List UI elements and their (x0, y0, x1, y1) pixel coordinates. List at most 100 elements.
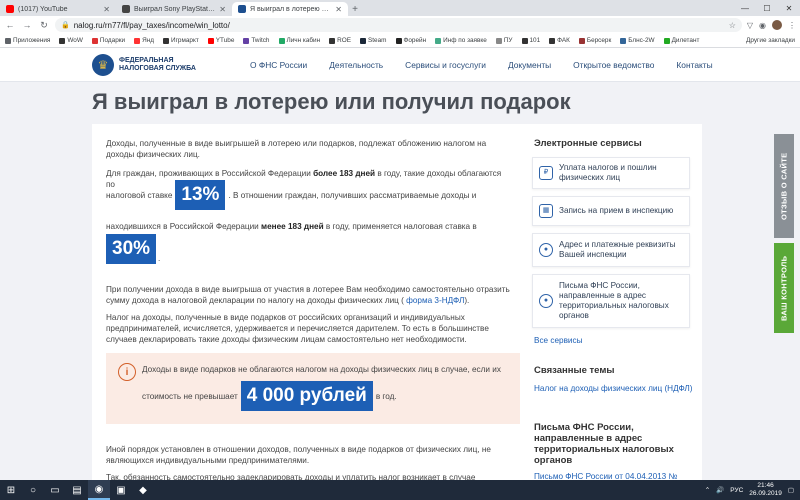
bookmark-icon (163, 37, 169, 44)
bookmark-item[interactable]: Блнс-2W (620, 37, 655, 44)
other-bookmarks[interactable]: Другие закладки (746, 37, 795, 44)
minimize-icon[interactable]: — (734, 0, 756, 16)
nav-open-agency[interactable]: Открытое ведомство (573, 60, 654, 70)
avatar[interactable] (772, 20, 782, 30)
notice-text: Доходы в виде подарков не облагаются нал… (142, 365, 501, 374)
bookmark-icon (395, 37, 402, 44)
close-icon[interactable]: ✕ (219, 5, 226, 14)
fns-logo[interactable]: ♛ Федеральная налоговая служба (92, 54, 196, 76)
app-icon[interactable]: ▣ (110, 480, 132, 500)
nav-services[interactable]: Сервисы и госуслуги (405, 60, 486, 70)
browser-tab-youtube[interactable]: (1017) YouTube ✕ (0, 2, 116, 16)
bookmark-item[interactable]: ФАК (549, 37, 570, 44)
close-icon[interactable]: ✕ (103, 5, 110, 14)
bookmark-icon (521, 37, 528, 44)
notifications-icon[interactable]: ▢ (788, 486, 794, 494)
nav-contacts[interactable]: Контакты (676, 60, 712, 70)
main-nav: О ФНС России Деятельность Сервисы и госу… (250, 60, 713, 70)
bookmark-item[interactable]: ROE (329, 37, 351, 44)
bookmark-icon (134, 37, 141, 44)
start-icon[interactable]: ⊞ (0, 480, 22, 500)
close-window-icon[interactable]: ✕ (778, 0, 800, 16)
back-icon[interactable]: ← (4, 20, 16, 30)
nav-documents[interactable]: Документы (508, 60, 551, 70)
logo-line: Федеральная (119, 57, 174, 64)
menu-icon[interactable]: ⋮ (788, 21, 796, 30)
bookmark-item[interactable]: Форейн (395, 37, 426, 44)
bookmark-item[interactable]: Янд (134, 37, 154, 44)
bookmark-icon (207, 37, 214, 44)
extension-icon[interactable]: ▽ (747, 21, 753, 30)
feedback-tab[interactable]: ОТЗЫВ О САЙТЕ (774, 134, 794, 238)
maximize-icon[interactable]: ☐ (756, 0, 778, 16)
site-header: ♛ Федеральная налоговая служба О ФНС Рос… (0, 48, 800, 82)
nav-activity[interactable]: Деятельность (329, 60, 383, 70)
lock-icon: 🔒 (61, 22, 70, 29)
task-view-icon[interactable]: ▭ (44, 480, 66, 500)
bookmark-item[interactable]: ПУ (495, 37, 513, 44)
close-icon[interactable]: ✕ (335, 5, 342, 14)
article: Доходы, полученные в виде выигрышей в ло… (92, 124, 522, 500)
payment-icon: ₽ (539, 166, 553, 180)
bookmark-icon (495, 37, 502, 44)
ndfl-link[interactable]: Налог на доходы физических лиц (НДФЛ) (534, 384, 694, 394)
search-icon[interactable]: ○ (22, 480, 44, 500)
tab-title: Я выиграл в лотерею или полу (250, 5, 331, 13)
service-inspection-address[interactable]: ● Адрес и платежные реквизиты Вашей инсп… (532, 233, 690, 267)
address-bar[interactable]: 🔒 nalog.ru/rn77/fl/pay_taxes/income/win_… (55, 18, 742, 32)
bookmark-item[interactable]: YTube (207, 37, 234, 44)
forward-icon[interactable]: → (21, 20, 33, 30)
clock[interactable]: 21:46 26.09.2019 (749, 482, 782, 498)
service-fns-letters[interactable]: ● Письма ФНС России, направленные в адре… (532, 274, 690, 328)
all-services-link[interactable]: Все сервисы (534, 336, 583, 345)
bookmark-icon (278, 37, 285, 44)
services-title: Электронные сервисы (534, 138, 642, 149)
new-tab-button[interactable]: + (348, 2, 362, 16)
nav-about[interactable]: О ФНС России (250, 60, 307, 70)
browser-tab-playstation[interactable]: Выиграл Sony PlayStation 4 Pro ✕ (116, 2, 232, 16)
chrome-icon[interactable]: ◉ (88, 480, 110, 500)
sidebar: Электронные сервисы ₽ Уплата налогов и п… (522, 124, 702, 500)
bookmark-item[interactable]: Подарки (91, 37, 125, 44)
bookmark-item[interactable]: Twitch (243, 37, 270, 44)
star-icon[interactable]: ☆ (729, 21, 736, 30)
declaration-paragraph: При получении дохода в виде выигрыша от … (106, 285, 510, 305)
extensions: ▽ ◉ ⋮ (747, 20, 796, 30)
bookmark-icon (329, 37, 336, 44)
volume-icon[interactable]: 🔊 (716, 486, 724, 494)
service-appointment[interactable]: ▦ Запись на прием в инспекцию (532, 196, 690, 226)
gifts-paragraph: Налог на доходы, полученные в виде подар… (106, 313, 489, 344)
emblem-icon: ♛ (92, 54, 114, 76)
bookmark-item[interactable]: Личн кабин (278, 37, 320, 44)
bookmark-item[interactable]: 101 (521, 37, 540, 44)
form-3ndfl-link[interactable]: форма 3-НДФЛ (404, 296, 464, 305)
language-indicator[interactable]: РУС (730, 487, 743, 494)
browser-tab-nalog[interactable]: Я выиграл в лотерею или полу ✕ (232, 2, 348, 16)
bookmark-item[interactable]: Инф по заявке (435, 37, 487, 44)
explorer-icon[interactable]: ▤ (66, 480, 88, 500)
reload-icon[interactable]: ↻ (38, 20, 50, 31)
bookmark-item[interactable]: WoW (59, 37, 83, 44)
bookmark-item[interactable]: Дилетант (663, 37, 699, 44)
system-tray: ⌃ 🔊 РУС 21:46 26.09.2019 ▢ (705, 482, 800, 498)
location-icon: ● (539, 243, 553, 257)
window-controls: — ☐ ✕ (734, 0, 800, 16)
bookmark-icon (243, 37, 250, 44)
fns-icon (238, 5, 246, 13)
bookmark-item[interactable]: Берсерк (578, 37, 611, 44)
app-icon[interactable]: ◆ (132, 480, 154, 500)
bookmark-item[interactable]: Приложения (5, 37, 50, 44)
bookmark-item[interactable]: Игрмаркт (163, 37, 199, 44)
your-control-tab[interactable]: ВАШ КОНТРОЛЬ (774, 243, 794, 333)
service-tax-payment[interactable]: ₽ Уплата налогов и пошлин физических лиц (532, 157, 690, 189)
calendar-icon: ▦ (539, 204, 553, 218)
tab-title: Выиграл Sony PlayStation 4 Pro (134, 5, 216, 13)
other-order-paragraph: Иной порядок установлен в отношении дохо… (106, 445, 491, 465)
extension-icon[interactable]: ◉ (759, 21, 766, 30)
rate-30-line: 30% . (106, 234, 511, 264)
tray-icon[interactable]: ⌃ (705, 486, 710, 494)
tab-title: (1017) YouTube (18, 5, 68, 13)
bookmark-icon (578, 37, 585, 44)
bookmark-item[interactable]: Steam (360, 37, 387, 44)
bookmarks-bar: Приложения WoW Подарки Янд Игрмаркт YTube Twit… (0, 34, 800, 48)
